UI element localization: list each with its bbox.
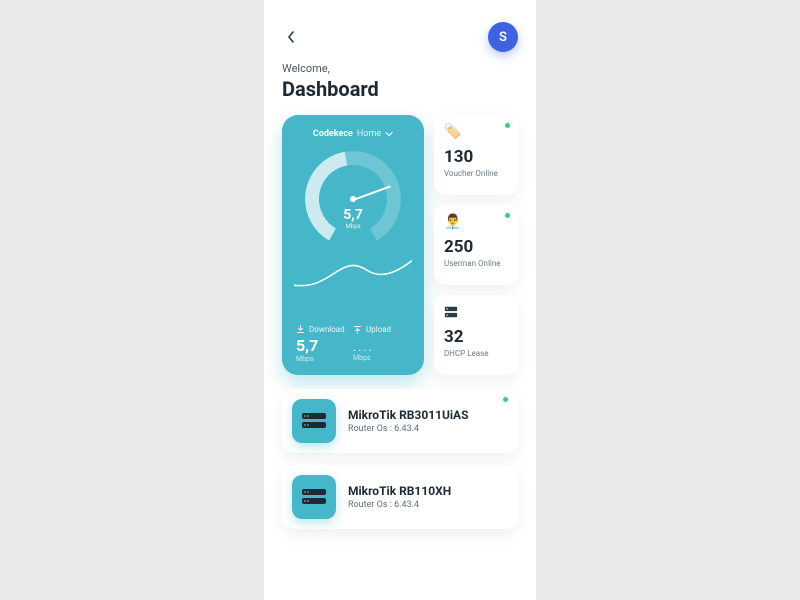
status-dot: [505, 123, 510, 128]
sparkline-icon: [294, 253, 412, 291]
stat-value: 130: [444, 147, 508, 167]
gauge-unit: Mbps: [343, 223, 363, 230]
upload-block: Upload .... Mbps: [353, 325, 410, 363]
avatar-initial: S: [499, 30, 507, 45]
stat-label: Voucher Online: [444, 169, 508, 178]
sparkline: [294, 253, 412, 291]
speed-gauge: 5,7 Mbps: [305, 151, 401, 247]
device-item[interactable]: MikroTik RB3011UiAS Router Os : 6.43.4: [282, 389, 518, 453]
gauge-hub: [350, 196, 356, 202]
stat-userman-online[interactable]: 👨‍💼 250 Userman Online: [434, 205, 518, 285]
app-screen: S Welcome, Dashboard Codekece Home 5,7 Mb…: [264, 0, 536, 600]
user-icon: 👨‍💼: [444, 215, 508, 231]
download-upload-row: Download 5,7 Mbps Upload .... Mbps: [294, 325, 412, 365]
download-value: 5,7: [296, 336, 353, 355]
welcome-label: Welcome,: [282, 62, 518, 75]
download-label: Download: [309, 325, 345, 334]
dashboard-grid: Codekece Home 5,7 Mbps: [282, 115, 518, 375]
upload-unit: Mbps: [353, 354, 410, 362]
network-name-light: Home: [357, 129, 381, 139]
upload-icon: [353, 325, 362, 334]
stat-value: 250: [444, 237, 508, 257]
device-os: Router Os : 6.43.4: [348, 424, 469, 434]
chevron-down-icon: [385, 131, 393, 137]
gauge-wrap: 5,7 Mbps: [294, 151, 412, 247]
network-selector[interactable]: Codekece Home: [294, 129, 412, 139]
device-thumb: [292, 399, 336, 443]
network-name-strong: Codekece: [313, 129, 353, 139]
device-name: MikroTik RB110XH: [348, 484, 451, 498]
status-dot: [503, 397, 508, 402]
device-item[interactable]: MikroTik RB110XH Router Os : 6.43.4: [282, 465, 518, 529]
device-info: MikroTik RB110XH Router Os : 6.43.4: [348, 484, 451, 510]
page-title: Dashboard: [282, 77, 518, 101]
status-dot: [505, 213, 510, 218]
device-os: Router Os : 6.43.4: [348, 500, 451, 510]
gauge-value-wrap: 5,7 Mbps: [343, 207, 363, 230]
back-button[interactable]: [282, 28, 300, 46]
stat-label: Userman Online: [444, 259, 508, 268]
router-icon: [301, 487, 327, 507]
gauge-value: 5,7: [343, 207, 363, 223]
device-info: MikroTik RB3011UiAS Router Os : 6.43.4: [348, 408, 469, 434]
download-block: Download 5,7 Mbps: [296, 325, 353, 363]
device-name: MikroTik RB3011UiAS: [348, 408, 469, 422]
voucher-icon: 🏷️: [444, 125, 508, 141]
stat-voucher-online[interactable]: 🏷️ 130 Voucher Online: [434, 115, 518, 195]
stats-column: 🏷️ 130 Voucher Online 👨‍💼 250 Userman On…: [434, 115, 518, 375]
stat-dhcp-lease[interactable]: 32 DHCP Lease: [434, 295, 518, 375]
upload-label: Upload: [366, 325, 391, 334]
chevron-left-icon: [287, 31, 295, 43]
top-bar: S: [282, 22, 518, 52]
speed-card: Codekece Home 5,7 Mbps: [282, 115, 424, 375]
stat-value: 32: [444, 327, 508, 347]
download-icon: [296, 325, 305, 334]
download-unit: Mbps: [296, 355, 353, 363]
server-icon: [444, 305, 508, 321]
router-icon: [301, 411, 327, 431]
device-thumb: [292, 475, 336, 519]
stat-label: DHCP Lease: [444, 349, 508, 358]
avatar[interactable]: S: [488, 22, 518, 52]
upload-value: ....: [353, 340, 410, 354]
device-list: MikroTik RB3011UiAS Router Os : 6.43.4 M…: [282, 389, 518, 529]
